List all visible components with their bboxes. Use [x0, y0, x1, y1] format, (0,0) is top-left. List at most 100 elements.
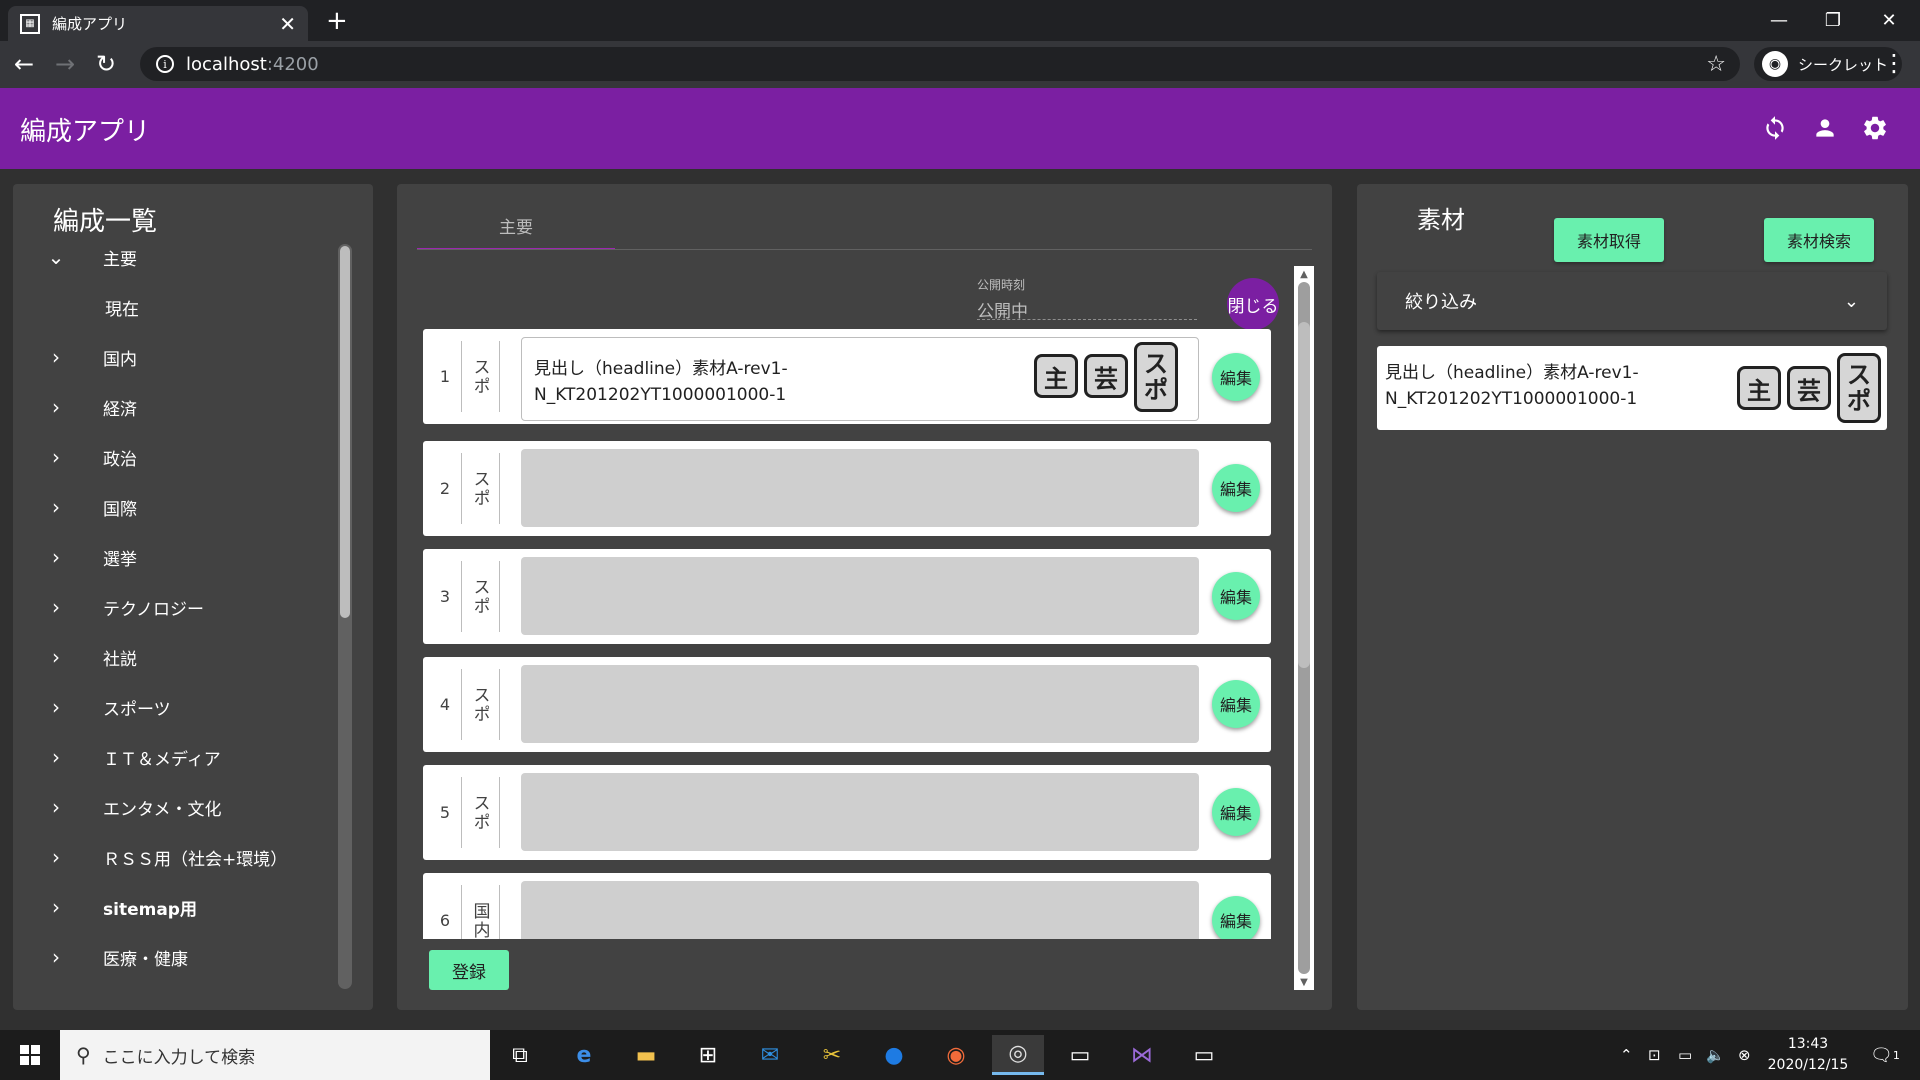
restore-button[interactable]: ❐	[1806, 0, 1860, 41]
nav-item-label: 医療・健康	[103, 949, 188, 970]
composition-editor-panel: 主要 公開時刻 公開中 閉じる 1 スポ 見出し（headline）素材A-re…	[397, 184, 1332, 1010]
scroll-up-arrow-icon[interactable]: ▲	[1294, 266, 1314, 282]
tray-network-status-icon[interactable]: ⊡	[1648, 1030, 1661, 1080]
nav-item-main[interactable]: ⌄ 主要	[13, 232, 333, 282]
slot-row: 3 スポ 編集	[423, 549, 1271, 644]
taskbar-clock[interactable]: 13:43 2020/12/15	[1760, 1034, 1856, 1076]
sync-icon[interactable]	[1758, 111, 1792, 145]
nav-item-medical[interactable]: › 医療・健康	[13, 932, 333, 982]
material-card[interactable]: 見出し（headline）素材A-rev1-N_KT201202YT100000…	[521, 337, 1199, 421]
new-tab-button[interactable]: +	[326, 6, 348, 36]
reload-icon[interactable]: ↻	[96, 51, 116, 77]
register-button[interactable]: 登録	[429, 950, 509, 990]
nav-item-current[interactable]: 現在	[13, 282, 333, 332]
slot-list-scrollbar[interactable]: ▲ ▼	[1294, 266, 1314, 990]
tag-arts: 芸	[1787, 366, 1831, 410]
tab-close-icon[interactable]: ✕	[279, 12, 296, 36]
material-headline: 見出し（headline）素材A-rev1-N_KT201202YT100000…	[1385, 363, 1639, 409]
slot-category: スポ	[469, 357, 490, 396]
nav-item-technology[interactable]: › テクノロジー	[13, 582, 333, 632]
browser-tab[interactable]: ▦ 編成アプリ ✕	[8, 6, 308, 41]
scroll-down-arrow-icon[interactable]: ▼	[1294, 974, 1314, 990]
nav-item-politics[interactable]: › 政治	[13, 432, 333, 482]
tab-main[interactable]: 主要	[417, 202, 615, 250]
back-arrow-icon[interactable]: ←	[14, 51, 34, 77]
fetch-material-button[interactable]: 素材取得	[1554, 218, 1664, 262]
nav-item-election[interactable]: › 選挙	[13, 532, 333, 582]
edge-browser-icon[interactable]: e	[558, 1035, 610, 1075]
empty-slot[interactable]	[521, 557, 1199, 635]
visual-studio-icon[interactable]: ⋈	[1116, 1035, 1168, 1075]
postman-icon[interactable]: ◉	[930, 1035, 982, 1075]
settings-gear-icon[interactable]	[1858, 111, 1892, 145]
edit-button[interactable]: 編集	[1212, 572, 1260, 620]
nav-item-entertainment[interactable]: › エンタメ・文化	[13, 782, 333, 832]
mail-icon[interactable]: ✉	[744, 1035, 796, 1075]
chevron-right-icon: ›	[52, 895, 60, 919]
store-icon[interactable]: ⊞	[682, 1035, 734, 1075]
nav-item-sports[interactable]: › スポーツ	[13, 682, 333, 732]
empty-slot[interactable]	[521, 449, 1199, 527]
publish-time-label: 公開時刻	[977, 278, 1026, 292]
close-button[interactable]: 閉じる	[1227, 278, 1279, 330]
nav-item-international[interactable]: › 国際	[13, 482, 333, 532]
empty-slot[interactable]	[521, 665, 1199, 743]
filter-expansion-panel[interactable]: 絞り込み ⌄	[1377, 272, 1887, 330]
search-icon: ⚲	[76, 1043, 91, 1067]
edit-button[interactable]: 編集	[1212, 353, 1260, 401]
tray-disconnected-icon[interactable]: ⊗	[1738, 1030, 1751, 1080]
start-button[interactable]	[0, 1030, 60, 1080]
snipping-tool-icon[interactable]: ✂	[806, 1035, 858, 1075]
account-icon[interactable]	[1808, 111, 1842, 145]
slot-category: スポ	[469, 469, 490, 508]
tray-chevron-icon[interactable]: ⌃	[1620, 1030, 1633, 1080]
slot-number: 1	[439, 367, 451, 386]
edit-button[interactable]: 編集	[1212, 896, 1260, 939]
nav-item-domestic[interactable]: › 国内	[13, 332, 333, 382]
nav-item-economy[interactable]: › 経済	[13, 382, 333, 432]
browser-tabstrip: ▦ 編成アプリ ✕ + — ❐ ✕	[0, 0, 1920, 41]
taskbar-search-box[interactable]: ⚲ ここに入力して検索	[60, 1030, 490, 1080]
empty-slot[interactable]	[521, 881, 1199, 939]
empty-slot[interactable]	[521, 773, 1199, 851]
minimize-button[interactable]: —	[1752, 0, 1806, 41]
edit-button[interactable]: 編集	[1212, 788, 1260, 836]
site-info-icon[interactable]: i	[156, 55, 174, 73]
edit-button[interactable]: 編集	[1212, 464, 1260, 512]
chrome-icon[interactable]: ◎	[992, 1035, 1044, 1075]
nav-item-label: 社説	[103, 649, 137, 670]
window-close-button[interactable]: ✕	[1862, 0, 1916, 41]
slot-number: 5	[439, 803, 451, 822]
browser-menu-icon[interactable]: ⋮	[1882, 49, 1906, 77]
windows-logo-icon	[20, 1045, 40, 1065]
browser-navbar: ← → ↻ i localhost:4200 ☆ ◉ シークレット ⋮	[0, 41, 1920, 88]
material-card[interactable]: 見出し（headline）素材A-rev1-N_KT201202YT100000…	[1377, 346, 1887, 430]
nav-item-label: ＲＳＳ用（社会+環境）	[103, 849, 288, 870]
scrollbar-thumb[interactable]	[1298, 322, 1310, 668]
tray-display-icon[interactable]: ▭	[1678, 1030, 1692, 1080]
nav-item-it-media[interactable]: › ＩＴ＆メディア	[13, 732, 333, 782]
edit-button[interactable]: 編集	[1212, 680, 1260, 728]
volume-icon[interactable]: 🔈	[1706, 1030, 1725, 1080]
nav-scrollbar-thumb[interactable]	[340, 246, 350, 618]
nav-scrollbar[interactable]	[338, 244, 352, 989]
publish-time-field[interactable]: 公開時刻 公開中	[977, 276, 1197, 322]
slot-number: 4	[439, 695, 451, 714]
forward-arrow-icon[interactable]: →	[55, 51, 75, 77]
maps-icon[interactable]: ●	[868, 1035, 920, 1075]
search-material-button[interactable]: 素材検索	[1764, 218, 1874, 262]
file-explorer-icon[interactable]: ▬	[620, 1035, 672, 1075]
terminal-icon[interactable]: ▭	[1054, 1035, 1106, 1075]
address-bar[interactable]: i localhost:4200 ☆	[140, 47, 1740, 81]
chevron-right-icon: ›	[52, 395, 60, 419]
task-view-icon[interactable]: ⧉	[494, 1035, 546, 1075]
notification-center-icon[interactable]: 🗨 1	[1870, 1030, 1900, 1080]
nav-item-rss[interactable]: › ＲＳＳ用（社会+環境）	[13, 832, 333, 882]
incognito-indicator[interactable]: ◉ シークレット	[1754, 47, 1903, 81]
command-prompt-icon[interactable]: ▭	[1178, 1035, 1230, 1075]
url-port: :4200	[266, 53, 319, 75]
slot-row: 2 スポ 編集	[423, 441, 1271, 536]
nav-item-editorial[interactable]: › 社説	[13, 632, 333, 682]
bookmark-star-icon[interactable]: ☆	[1706, 52, 1726, 77]
nav-item-sitemap[interactable]: › sitemap用	[13, 882, 333, 932]
